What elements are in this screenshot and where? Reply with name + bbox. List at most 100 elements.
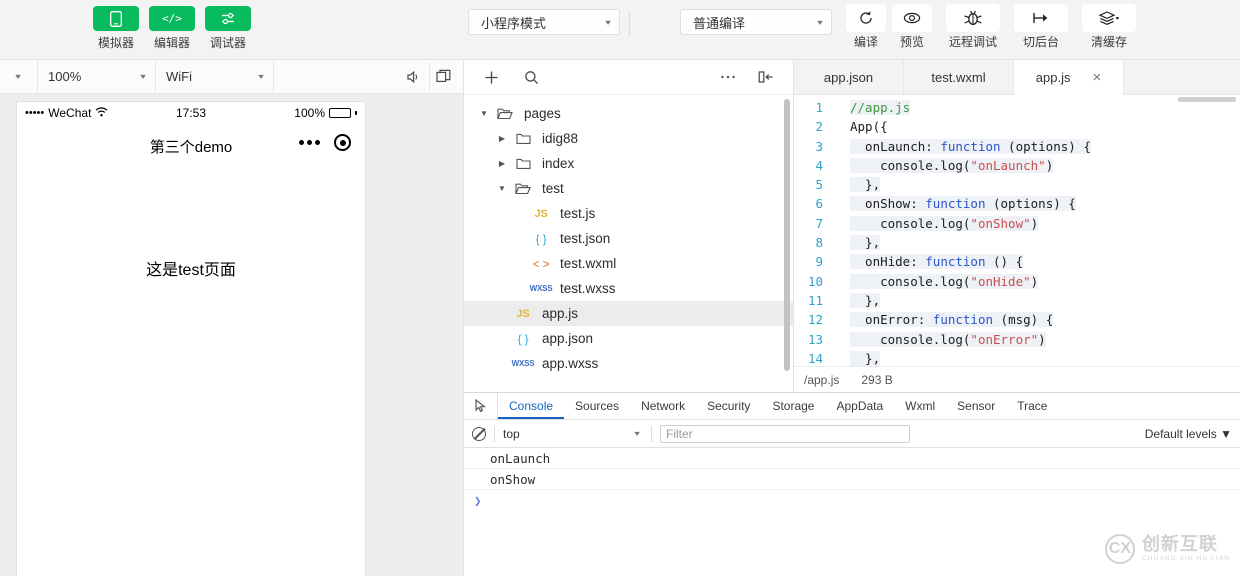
console-filter-input[interactable] bbox=[660, 424, 910, 443]
devtools-tab-security[interactable]: Security bbox=[696, 393, 761, 419]
compile-button[interactable]: 编译 bbox=[845, 0, 887, 49]
line-number: 13 bbox=[807, 331, 823, 347]
project-mode-select[interactable]: 小程序模式 ▾ bbox=[468, 9, 620, 35]
more-dots-icon[interactable] bbox=[299, 140, 320, 145]
chevron-right-icon[interactable]: ▶ bbox=[494, 134, 510, 143]
phone-page-content: 这是test页面 bbox=[17, 168, 365, 576]
console-output: onLaunch onShow ❯ bbox=[464, 448, 1240, 576]
console-context-select[interactable]: top ▾ bbox=[503, 427, 643, 441]
wxss-file-icon: WXSS bbox=[529, 284, 553, 293]
tree-row-test-wxss[interactable]: WXSS test.wxss bbox=[464, 276, 793, 301]
chevron-down-icon[interactable]: ▼ bbox=[476, 109, 492, 118]
code-line: 9 onHide: function () { bbox=[794, 252, 1240, 271]
console-levels-select[interactable]: Default levels ▼ bbox=[1145, 427, 1232, 441]
clear-console-icon[interactable] bbox=[472, 426, 486, 441]
code-line: 1 //app.js bbox=[794, 98, 1240, 117]
preview-button[interactable]: 预览 bbox=[891, 0, 933, 49]
devtools-tab-wxml[interactable]: Wxml bbox=[894, 393, 946, 419]
zoom-select[interactable]: 100% ▾ bbox=[38, 60, 156, 93]
compile-mode-select[interactable]: 普通编译 ▾ bbox=[680, 9, 832, 35]
code-area[interactable]: 1 //app.js 2 App({ 3 onLaunch: function (opt… bbox=[794, 95, 1240, 366]
inspect-cursor-icon[interactable] bbox=[464, 393, 498, 419]
tree-row-app-wxss[interactable]: WXSS app.wxss bbox=[464, 351, 793, 376]
code-text: onLaunch: function (options) { bbox=[850, 138, 1091, 154]
tree-row-app-json[interactable]: { } app.json bbox=[464, 326, 793, 351]
divider bbox=[651, 425, 652, 442]
windows-icon[interactable] bbox=[429, 62, 457, 91]
chevron-down-icon: ▾ bbox=[258, 72, 264, 81]
editor-tab-label: test.wxml bbox=[931, 69, 986, 85]
tree-row-pages[interactable]: ▼ pages bbox=[464, 101, 793, 126]
tree-row-test-js[interactable]: JS test.js bbox=[464, 201, 793, 226]
tree-row-test-wxml[interactable]: < > test.wxml bbox=[464, 251, 793, 276]
devtools-tab-appdata[interactable]: AppData bbox=[825, 393, 894, 419]
console-message: onLaunch bbox=[464, 448, 1240, 469]
file-tree-list: ▼ pages ▶ idig88 ▶ index ▼ test JS test.js { } test… bbox=[464, 95, 793, 392]
file-tree-scrollbar[interactable] bbox=[784, 99, 790, 371]
background-label: 切后台 bbox=[1022, 35, 1059, 49]
phone-nav-bar: 第三个demo bbox=[17, 124, 365, 168]
folder-open-icon bbox=[510, 182, 536, 195]
background-button[interactable]: 切后台 bbox=[1013, 0, 1069, 49]
chevron-down-icon: ▾ bbox=[605, 17, 611, 27]
chevron-down-icon[interactable]: ▼ bbox=[494, 184, 510, 193]
editor-tab-app-js[interactable]: app.js × bbox=[1014, 60, 1124, 95]
tree-row-test[interactable]: ▼ test bbox=[464, 176, 793, 201]
plus-icon[interactable] bbox=[476, 64, 506, 90]
console-context-value: top bbox=[503, 426, 520, 441]
collapse-panel-icon[interactable] bbox=[751, 64, 781, 90]
code-line: 2 App({ bbox=[794, 117, 1240, 136]
console-prompt[interactable]: ❯ bbox=[464, 490, 1240, 511]
remote-debug-button[interactable]: 远程调试 bbox=[945, 0, 1001, 49]
editor-horizontal-scrollbar[interactable] bbox=[1178, 97, 1236, 102]
chevron-right-icon[interactable]: ▶ bbox=[494, 159, 510, 168]
tree-row-label: test.js bbox=[560, 206, 596, 221]
editor-toggle-button[interactable]: </> 编辑器 bbox=[144, 0, 200, 50]
ellipsis-icon[interactable] bbox=[713, 64, 743, 90]
devtools-tab-storage[interactable]: Storage bbox=[761, 393, 825, 419]
battery-tip-icon bbox=[355, 111, 357, 115]
simulator-toggle-button[interactable]: 模拟器 bbox=[88, 0, 144, 50]
tree-row-index[interactable]: ▶ index bbox=[464, 151, 793, 176]
line-number: 3 bbox=[815, 138, 823, 154]
code-line: 10 console.log("onHide") bbox=[794, 272, 1240, 291]
main-area: ▾ 100% ▾ WiFi ▾ ••••• WeChat 17:53 100% … bbox=[0, 60, 1240, 576]
folder-icon bbox=[510, 157, 536, 170]
debugger-toggle-button[interactable]: 调试器 bbox=[200, 0, 256, 50]
line-number: 9 bbox=[815, 254, 823, 270]
tree-row-app-js[interactable]: JS app.js bbox=[464, 301, 793, 326]
editor-tab-app-json[interactable]: app.json bbox=[794, 60, 904, 94]
project-mode-value: 小程序模式 bbox=[481, 15, 547, 31]
folder-icon bbox=[510, 132, 536, 145]
tree-row-label: test.wxss bbox=[560, 281, 616, 296]
speaker-icon[interactable] bbox=[399, 63, 427, 91]
js-file-icon: JS bbox=[534, 207, 548, 220]
editor-tab-test-wxml[interactable]: test.wxml bbox=[904, 60, 1014, 94]
compile-mode-group: 普通编译 ▾ bbox=[680, 0, 832, 60]
wxss-file-icon: WXSS bbox=[511, 359, 535, 368]
code-text: console.log("onHide") bbox=[850, 273, 1039, 289]
clear-cache-button[interactable]: 清缓存 bbox=[1081, 0, 1137, 49]
tree-row-idig88[interactable]: ▶ idig88 bbox=[464, 126, 793, 151]
chevron-down-icon: ▾ bbox=[15, 72, 22, 81]
target-icon[interactable] bbox=[334, 134, 351, 151]
devtools-tab-console[interactable]: Console bbox=[498, 393, 564, 419]
code-text: onHide: function () { bbox=[850, 254, 1024, 270]
device-select[interactable]: ▾ bbox=[0, 60, 38, 93]
editor-toggle-label: 编辑器 bbox=[153, 36, 190, 50]
search-icon[interactable] bbox=[516, 64, 546, 90]
network-select[interactable]: WiFi ▾ bbox=[156, 60, 274, 93]
json-file-icon: { } bbox=[517, 331, 529, 346]
close-icon[interactable]: × bbox=[1092, 70, 1101, 85]
tree-row-test-json[interactable]: { } test.json bbox=[464, 226, 793, 251]
tree-row-label: test bbox=[542, 181, 564, 196]
code-text: console.log("onShow") bbox=[850, 215, 1039, 231]
phone-icon bbox=[93, 6, 139, 31]
editor-tab-label: app.json bbox=[823, 69, 874, 85]
devtools-tab-network[interactable]: Network bbox=[630, 393, 696, 419]
code-text: onError: function (msg) { bbox=[850, 312, 1054, 328]
devtools-tab-trace[interactable]: Trace bbox=[1006, 393, 1058, 419]
devtools-tab-sources[interactable]: Sources bbox=[564, 393, 630, 419]
background-icon bbox=[1014, 4, 1068, 32]
devtools-tab-sensor[interactable]: Sensor bbox=[946, 393, 1006, 419]
